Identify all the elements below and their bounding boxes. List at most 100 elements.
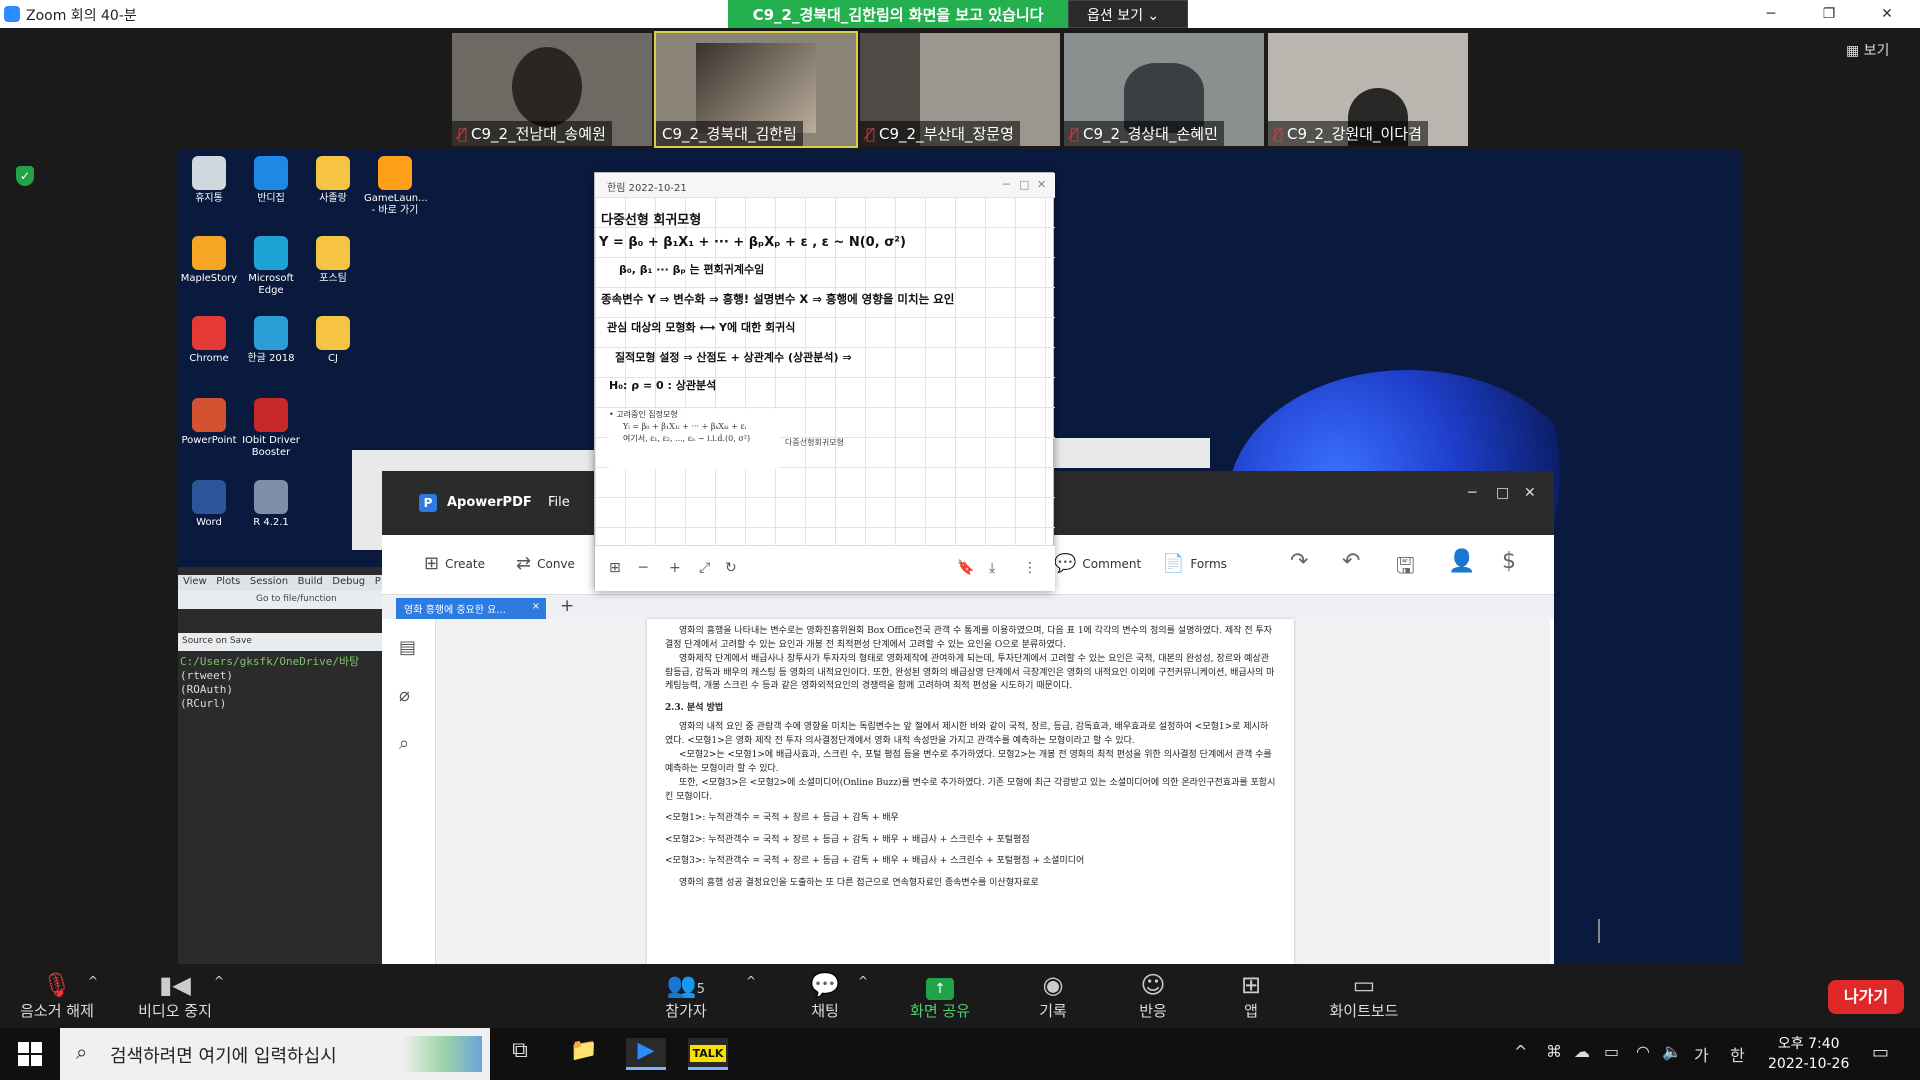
close-button[interactable]: ✕ (1524, 485, 1536, 501)
whiteboard-button[interactable]: ▭ 화이트보드 (1322, 970, 1406, 1021)
rotate-icon[interactable]: ↻ (725, 560, 737, 576)
zoom-in-icon[interactable]: + (669, 560, 681, 576)
kakaotalk-taskbar-icon[interactable]: TALK (688, 1038, 728, 1070)
audio-options-caret[interactable]: ^ (88, 974, 98, 988)
search-icon[interactable]: ⌕ (399, 733, 409, 754)
taskbar-search-box[interactable]: ⌕ 검색하려면 여기에 입력하십시 (60, 1028, 490, 1080)
desktop-icon[interactable]: 사졸랑 (302, 156, 364, 205)
participants-options-caret[interactable]: ^ (746, 974, 756, 988)
pdf-scrollbar[interactable] (1598, 919, 1600, 943)
reactions-button[interactable]: ☺ 반응 (1128, 970, 1178, 1021)
pdf-page[interactable]: 영화의 흥행을 나타내는 변수로는 영화진흥위원회 Box Office전국 관… (647, 619, 1294, 964)
participant-tile-active[interactable]: C9_2_경북대_김한림 (654, 31, 858, 148)
desktop-icon[interactable]: PowerPoint (178, 398, 240, 447)
show-hidden-icons[interactable]: ^ (1514, 1042, 1527, 1061)
battery-icon[interactable]: ▭ (1604, 1042, 1619, 1061)
more-icon[interactable]: ⋮ (1023, 560, 1037, 576)
upgrade-icon[interactable]: $ (1502, 549, 1516, 574)
source-on-save-checkbox[interactable]: Source on Save (182, 636, 252, 646)
participants-button[interactable]: 👥5 참가자 (654, 970, 718, 1021)
stop-video-button[interactable]: ▮◀ 비디오 중지 (130, 970, 220, 1021)
meet-now-icon[interactable]: ⌘ (1546, 1042, 1562, 1061)
onedrive-icon[interactable]: ☁ (1574, 1042, 1590, 1061)
fit-icon[interactable]: ⤢ (699, 560, 710, 576)
participant-name: C9_2_강원대_이다겸 (1287, 125, 1422, 143)
view-layout-button[interactable]: ▦ 보기 (1846, 40, 1889, 60)
forms-button[interactable]: 📄 Forms (1162, 553, 1227, 574)
bookmark-icon[interactable]: 🔖 (957, 560, 974, 576)
chat-button[interactable]: 💬 채팅 (800, 970, 850, 1021)
create-button[interactable]: ⊞ Create (424, 553, 485, 574)
redo-icon[interactable]: ↷ (1290, 549, 1308, 574)
volume-icon[interactable]: 🔈 (1662, 1042, 1682, 1061)
notifications-icon[interactable]: ▭ (1872, 1042, 1889, 1063)
save-icon[interactable]: 🖫 (1396, 549, 1415, 587)
participant-tile[interactable]: 🎙̸ C9_2_전남대_송예원 (452, 33, 652, 146)
comment-button[interactable]: 💬 Comment (1054, 553, 1141, 574)
video-options-caret[interactable]: ^ (214, 974, 224, 988)
grid-view-icon[interactable]: ⊞ (609, 560, 621, 576)
account-icon[interactable]: 👤 (1448, 549, 1475, 574)
undo-icon[interactable]: ↶ (1342, 549, 1360, 574)
start-button[interactable] (18, 1042, 42, 1066)
attachments-icon[interactable]: ⌀ (399, 685, 410, 706)
desktop-icon[interactable]: Microsoft Edge (240, 236, 302, 297)
desktop-icon[interactable]: R 4.2.1 (240, 480, 302, 529)
desktop-icon[interactable]: MapleStory (178, 236, 240, 285)
chat-options-caret[interactable]: ^ (858, 974, 868, 988)
security-shield-icon[interactable]: ✓ (16, 166, 34, 186)
download-icon[interactable]: ⤓ (989, 560, 995, 576)
record-button[interactable]: ◉ 기록 (1028, 970, 1078, 1021)
apps-button[interactable]: ⊞ 앱 (1226, 970, 1276, 1021)
rstudio-console[interactable]: C:/Users/gksfk/OneDrive/바탕 (rtweet) (ROA… (178, 655, 359, 711)
restore-button[interactable]: ❐ (1806, 0, 1852, 28)
ime-mode[interactable]: 가 (1694, 1042, 1709, 1066)
file-explorer-icon[interactable]: 📁 (564, 1038, 604, 1070)
wifi-icon[interactable]: ◠ (1636, 1042, 1650, 1061)
task-view-icon[interactable]: ⧉ (500, 1038, 540, 1070)
goto-file-input[interactable]: Go to file/function (256, 594, 337, 604)
minimize-button[interactable]: ─ (1468, 485, 1476, 501)
zoom-out-icon[interactable]: ─ (639, 560, 647, 576)
note-viewer-window[interactable]: 한림 2022-10-21 ─ □ ✕ 다중선형 회귀모형 Y = β₀ + β… (594, 172, 1055, 591)
leave-meeting-button[interactable]: 나가기 (1828, 980, 1904, 1014)
participant-tile[interactable]: 🎙̸ C9_2_경상대_손혜민 (1064, 33, 1264, 146)
rstudio-menu-profile[interactable]: P (375, 576, 381, 587)
desktop-icon[interactable]: IObit Driver Booster (240, 398, 302, 459)
language-indicator[interactable]: 한 (1730, 1042, 1745, 1066)
thumbnails-icon[interactable]: ▤ (399, 637, 416, 658)
rstudio-menu-view[interactable]: View (183, 576, 207, 587)
clock[interactable]: 오후 7:40 2022-10-26 (1768, 1034, 1849, 1074)
note-minimize-button[interactable]: ─ (1003, 178, 1010, 191)
desktop-icon[interactable]: 포스팀 (302, 236, 364, 285)
convert-button[interactable]: ⇄ Conve (516, 553, 575, 574)
maximize-button[interactable]: □ (1496, 485, 1509, 501)
file-menu[interactable]: File (548, 495, 570, 510)
note-close-button[interactable]: ✕ (1037, 178, 1046, 191)
desktop-icon[interactable]: GameLaun... - 바로 가기 (364, 156, 428, 217)
tab-close-icon[interactable]: × (532, 601, 540, 612)
desktop-icon[interactable]: 한글 2018 (240, 316, 302, 365)
participant-tile[interactable]: 🎙̸ C9_2_강원대_이다겸 (1268, 33, 1468, 146)
rstudio-menu-debug[interactable]: Debug (332, 576, 365, 587)
desktop-icon-label: 휴지통 (195, 193, 223, 204)
close-button[interactable]: ✕ (1864, 0, 1910, 28)
desktop-icon[interactable]: Word (178, 480, 240, 529)
desktop-icon[interactable]: 반디집 (240, 156, 302, 205)
participant-tile[interactable]: 🎙̸ C9_2_부산대_장문영 (860, 33, 1060, 146)
rstudio-menu-plots[interactable]: Plots (216, 576, 240, 587)
rstudio-menu-build[interactable]: Build (298, 576, 323, 587)
minimize-button[interactable]: ─ (1748, 0, 1794, 28)
new-tab-button[interactable]: + (560, 596, 574, 616)
desktop-icon[interactable]: 휴지통 (178, 156, 240, 205)
zoom-taskbar-icon[interactable]: ▶ (626, 1038, 666, 1070)
rstudio-menu-session[interactable]: Session (250, 576, 288, 587)
share-screen-button[interactable]: ↑ 화면 공유 (900, 970, 980, 1021)
desktop-icon[interactable]: Chrome (178, 316, 240, 365)
note-maximize-button[interactable]: □ (1019, 178, 1029, 191)
desktop-icon[interactable]: CJ (302, 316, 364, 365)
document-tab[interactable]: 영화 흥행에 중요한 요... × (396, 598, 546, 619)
rstudio-window[interactable]: View Plots Session Build Debug P Go to f… (178, 567, 398, 964)
view-options-button[interactable]: 옵션 보기 ⌄ (1068, 0, 1188, 28)
participant-name-tag: C9_2_경북대_김한림 (656, 121, 803, 146)
